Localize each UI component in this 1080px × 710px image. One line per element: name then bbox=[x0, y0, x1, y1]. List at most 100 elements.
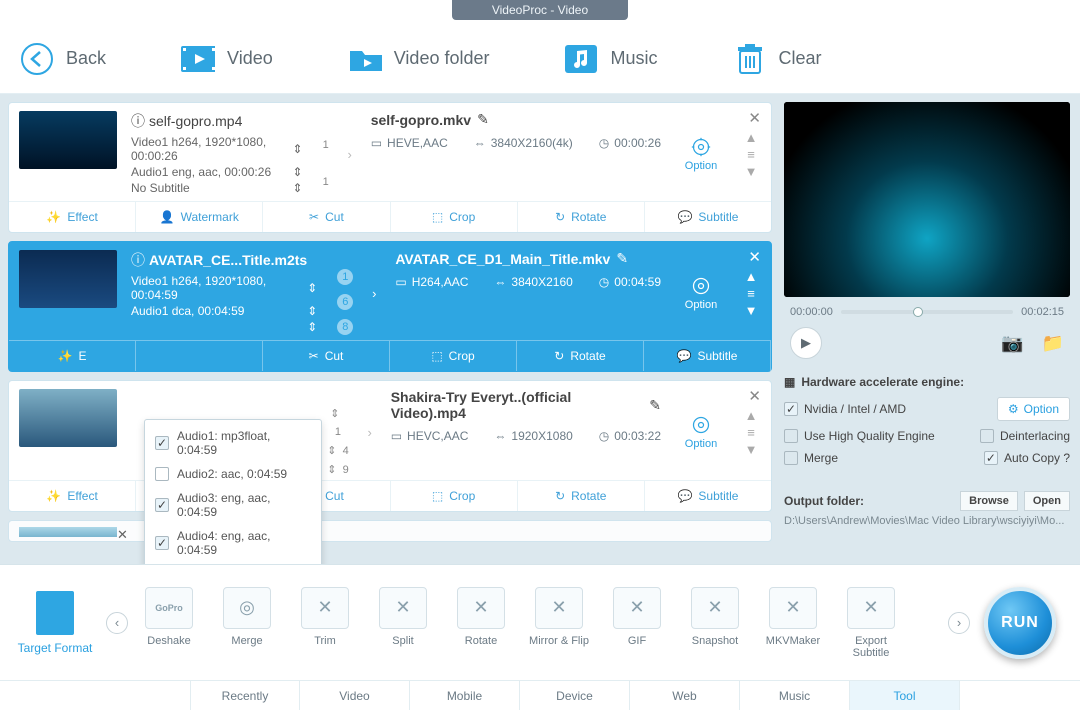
codec-option-button[interactable]: Option bbox=[675, 250, 727, 336]
tab-device[interactable]: Device bbox=[520, 681, 630, 710]
add-video-button[interactable]: + Video bbox=[181, 42, 273, 76]
effect-button[interactable]: ✨Effect bbox=[9, 202, 136, 232]
scroll-right-button[interactable]: › bbox=[948, 612, 970, 634]
video-item[interactable]: ✕ ⇕ 1⇕ 4⇕ 9 › Shakira-Try Everyt..(offic… bbox=[8, 380, 772, 512]
subtitle-button[interactable]: 💬Subtitle bbox=[645, 481, 771, 511]
watermark-button[interactable]: 👤Watermark bbox=[136, 202, 263, 232]
tab-mobile[interactable]: Mobile bbox=[410, 681, 520, 710]
open-folder-icon[interactable]: 📁 bbox=[1042, 333, 1064, 354]
tool-trim[interactable]: ✕Trim bbox=[290, 587, 360, 659]
stepper-icon[interactable]: ⇕ bbox=[293, 165, 303, 179]
add-music-button[interactable]: + Music bbox=[565, 42, 658, 76]
audio-option[interactable]: ✓Audio1: mp3float, 0:04:59 bbox=[145, 424, 321, 462]
tab-recently[interactable]: Recently bbox=[190, 681, 300, 710]
clear-button[interactable]: Clear bbox=[733, 42, 822, 76]
stepper-icon[interactable]: ⇕ bbox=[307, 281, 317, 295]
autocopy-label: Auto Copy ? bbox=[1004, 451, 1070, 465]
effect-button[interactable]: ✨E bbox=[9, 341, 136, 371]
arrow-icon: › bbox=[363, 389, 377, 476]
clock-icon: ◷ bbox=[599, 429, 609, 443]
resolution-icon: ⇔ bbox=[494, 429, 506, 443]
audio-stream-dropdown[interactable]: ✓Audio1: mp3float, 0:04:59 Audio2: aac, … bbox=[144, 419, 322, 564]
tool-label: Export Subtitle bbox=[836, 635, 906, 659]
effect-button[interactable]: ✨Effect bbox=[9, 481, 136, 511]
crop-button[interactable]: ⬚Crop bbox=[390, 341, 517, 371]
video-stream-info: Video1 h264, 1920*1080, 00:00:26 bbox=[131, 135, 293, 163]
close-icon[interactable]: ✕ bbox=[748, 248, 761, 266]
close-icon[interactable]: ✕ bbox=[748, 109, 761, 127]
autocopy-checkbox[interactable]: ✓ bbox=[984, 451, 998, 465]
add-video-folder-button[interactable]: + Video folder bbox=[348, 42, 490, 76]
tool-icon: ◎ bbox=[223, 587, 271, 629]
tool-snapshot[interactable]: ✕Snapshot bbox=[680, 587, 750, 659]
tool-mirror-flip[interactable]: ✕Mirror & Flip bbox=[524, 587, 594, 659]
video-item[interactable]: ✕ ⓘself-gopro.mp4 Video1 h264, 1920*1080… bbox=[8, 102, 772, 233]
video-preview[interactable] bbox=[784, 102, 1070, 297]
tool-label: Trim bbox=[314, 635, 336, 647]
tool-gif[interactable]: ✕GIF bbox=[602, 587, 672, 659]
browse-button[interactable]: Browse bbox=[960, 491, 1018, 511]
rotate-button[interactable]: ↻Rotate bbox=[517, 341, 644, 371]
tab-video[interactable]: Video bbox=[300, 681, 410, 710]
close-icon[interactable]: ✕ bbox=[748, 387, 761, 405]
back-button[interactable]: Back bbox=[20, 42, 106, 76]
stepper-icon[interactable]: ⇕ bbox=[293, 142, 303, 156]
rotate-button[interactable]: ↻Rotate bbox=[518, 202, 645, 232]
tool-rotate[interactable]: ✕Rotate bbox=[446, 587, 516, 659]
crop-button[interactable]: ⬚Crop bbox=[391, 202, 518, 232]
video-folder-icon: + bbox=[348, 42, 382, 76]
codec-option-button[interactable]: Option bbox=[675, 111, 727, 197]
target-format[interactable]: Target Format bbox=[10, 591, 100, 655]
cut-button[interactable]: ✂Cut bbox=[263, 341, 390, 371]
info-icon[interactable]: ⓘ bbox=[131, 250, 145, 270]
open-button[interactable]: Open bbox=[1024, 491, 1070, 511]
audio-option[interactable]: ✓Audio4: eng, aac, 0:04:59 bbox=[145, 524, 321, 562]
audio-option[interactable]: Audio2: aac, 0:04:59 bbox=[145, 462, 321, 486]
stepper-icon[interactable]: ⇕ bbox=[293, 181, 303, 195]
hq-checkbox[interactable] bbox=[784, 429, 798, 443]
crop-button[interactable]: ⬚Crop bbox=[391, 481, 518, 511]
tab-tool[interactable]: Tool bbox=[850, 681, 960, 710]
gpu-checkbox[interactable]: ✓ bbox=[784, 402, 798, 416]
edit-icon[interactable]: ✎ bbox=[649, 397, 661, 414]
subtitle-button[interactable]: 💬Subtitle bbox=[644, 341, 771, 371]
cut-button[interactable]: ✂Cut bbox=[263, 202, 390, 232]
video-item-peek[interactable]: ✕ bbox=[8, 520, 772, 542]
preview-timeline[interactable]: 00:00:00 00:02:15 bbox=[784, 299, 1070, 325]
play-button[interactable]: ▶ bbox=[790, 327, 822, 359]
edit-icon[interactable]: ✎ bbox=[616, 250, 628, 267]
stepper-icon[interactable]: ⇕ bbox=[307, 320, 317, 334]
deinterlace-checkbox[interactable] bbox=[980, 429, 994, 443]
tool-icon: ✕ bbox=[535, 587, 583, 629]
video-item-selected[interactable]: ✕ ⓘAVATAR_CE...Title.m2ts Video1 h264, 1… bbox=[8, 241, 772, 372]
tab-music[interactable]: Music bbox=[740, 681, 850, 710]
audio-option[interactable]: Audio5: aac, 0:04:59 bbox=[145, 562, 321, 564]
merge-checkbox[interactable] bbox=[784, 451, 798, 465]
tool-split[interactable]: ✕Split bbox=[368, 587, 438, 659]
tab-web[interactable]: Web bbox=[630, 681, 740, 710]
hw-option-button[interactable]: ⚙Option bbox=[997, 397, 1070, 421]
seek-track[interactable] bbox=[841, 310, 1013, 314]
codec-option-button[interactable]: Option bbox=[675, 389, 727, 476]
edit-icon[interactable]: ✎ bbox=[477, 111, 489, 128]
video-list: ✕ ⓘself-gopro.mp4 Video1 h264, 1920*1080… bbox=[0, 94, 780, 564]
info-icon[interactable]: ⓘ bbox=[131, 111, 145, 131]
snapshot-icon[interactable]: 📷 bbox=[1001, 333, 1023, 354]
music-label: Music bbox=[611, 48, 658, 69]
audio-option[interactable]: ✓Audio3: eng, aac, 0:04:59 bbox=[145, 486, 321, 524]
scroll-left-button[interactable]: ‹ bbox=[106, 612, 128, 634]
clock-icon: ◷ bbox=[599, 136, 609, 150]
rotate-button[interactable]: ↻Rotate bbox=[518, 481, 645, 511]
tool-deshake[interactable]: GoProDeshake bbox=[134, 587, 204, 659]
tool-merge[interactable]: ◎Merge bbox=[212, 587, 282, 659]
output-folder-section: Output folder: Browse Open D:\Users\Andr… bbox=[784, 491, 1070, 527]
arrow-icon: › bbox=[343, 111, 357, 197]
seek-knob[interactable] bbox=[913, 307, 923, 317]
close-icon[interactable]: ✕ bbox=[117, 527, 128, 535]
tool-export-subtitle[interactable]: ✕Export Subtitle bbox=[836, 587, 906, 659]
tool-mkvmaker[interactable]: ✕MKVMaker bbox=[758, 587, 828, 659]
subtitle-button[interactable]: 💬Subtitle bbox=[645, 202, 771, 232]
stepper-icon[interactable]: ⇕ bbox=[307, 304, 317, 318]
watermark-button[interactable] bbox=[136, 341, 263, 371]
run-button[interactable]: RUN bbox=[984, 587, 1056, 659]
